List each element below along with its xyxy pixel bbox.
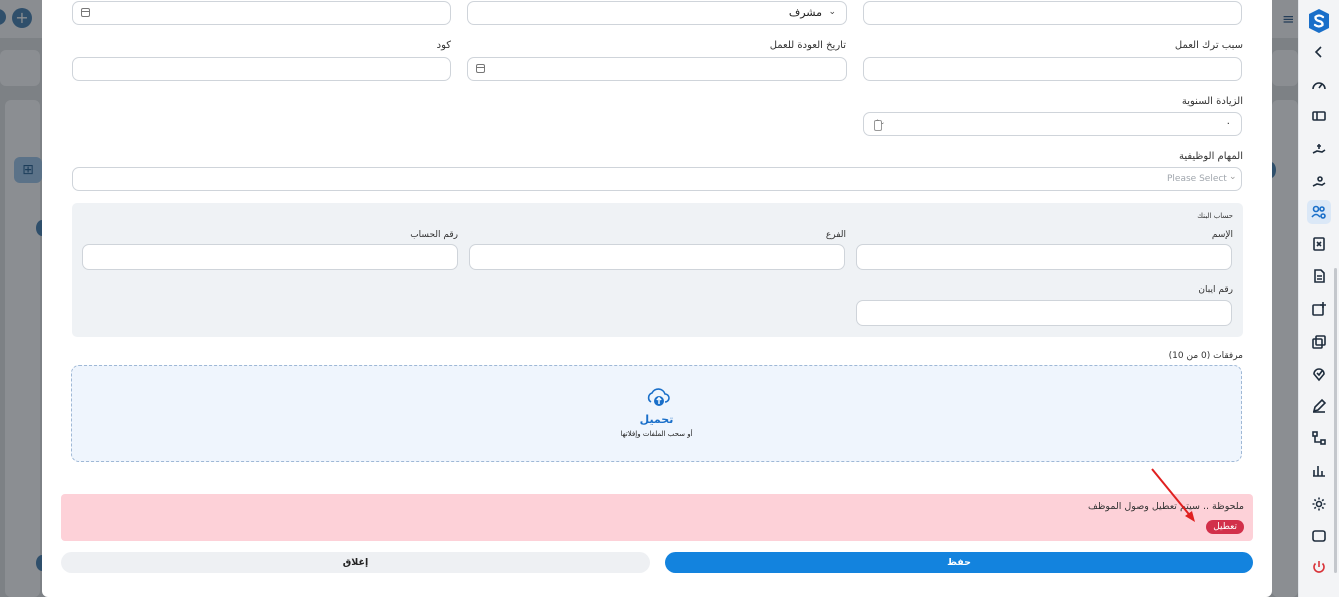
bank-account-section: حساب البنك الإسم الفرع رقم الحساب رقم اي… [72, 203, 1243, 337]
background-panel [1272, 50, 1298, 86]
hierarchy-icon[interactable] [1307, 426, 1331, 450]
background-panel [0, 50, 40, 86]
users-settings-icon[interactable] [1307, 200, 1331, 224]
job-tasks-select[interactable]: Please Select ⌄ [72, 167, 1242, 191]
code-input[interactable] [72, 57, 451, 81]
bank-branch-input[interactable] [469, 244, 845, 270]
hand-coins-icon[interactable] [1307, 170, 1331, 194]
settings-gear-icon[interactable] [1307, 492, 1331, 516]
text-input[interactable] [863, 1, 1242, 25]
chevron-down-icon: ⌄ [1229, 172, 1237, 182]
iban-label: رقم ايبان [1198, 285, 1233, 295]
file-upload-dropzone[interactable]: تحميل أو سحب الملفات وإفلاتها [71, 365, 1242, 462]
power-icon[interactable] [1307, 555, 1331, 579]
code-label: كود [436, 40, 451, 51]
close-button[interactable]: إغلاق [61, 552, 650, 573]
leave-reason-input[interactable] [863, 57, 1242, 81]
bank-section-title: حساب البنك [1197, 212, 1233, 220]
app-sidebar [1298, 0, 1339, 597]
number-stepper-icon[interactable]: ⌃⌄ [874, 120, 885, 131]
leave-reason-label: سبب ترك العمل [1174, 40, 1243, 51]
employee-modal: مشرف ⌄ سبب ترك العمل تاريخ العودة للعمل … [42, 0, 1272, 597]
add-icon: + [12, 8, 32, 28]
account-number-label: رقم الحساب [410, 230, 458, 240]
copy-icon[interactable] [1307, 330, 1331, 354]
account-number-input[interactable] [82, 244, 458, 270]
return-date-label: تاريخ العودة للعمل [769, 40, 846, 51]
date-input[interactable] [72, 1, 451, 25]
calendar-icon [81, 8, 90, 17]
app-logo-icon [1309, 9, 1329, 33]
chevron-down-icon: ⌄ [828, 7, 836, 17]
job-tasks-label: المهام الوظيفية [1178, 151, 1243, 162]
upload-title: تحميل [639, 413, 674, 426]
cloud-upload-icon [647, 388, 670, 406]
disable-badge[interactable]: تعطيل [1206, 520, 1244, 534]
iban-input[interactable] [856, 300, 1232, 326]
pen-icon[interactable] [1307, 394, 1331, 418]
disable-access-note: ملحوظة .. سيتم تعطيل وصول الموظف تعطيل [61, 494, 1253, 541]
sidebar-scrollbar[interactable] [1334, 268, 1337, 573]
job-tasks-placeholder: Please Select [1167, 174, 1227, 184]
supervisor-select[interactable]: مشرف ⌄ [467, 1, 847, 25]
dashboard-gauge-icon[interactable] [1307, 74, 1331, 98]
bank-branch-label: الفرع [825, 230, 846, 240]
menu-icon: ≡ [1282, 10, 1295, 28]
supervisor-select-value: مشرف [788, 6, 822, 19]
monitor-icon[interactable] [1307, 524, 1331, 548]
bank-name-label: الإسم [1211, 230, 1233, 240]
annual-raise-input[interactable]: ⌃⌄ ٠ [863, 112, 1242, 136]
annotation-arrow-icon [1151, 468, 1195, 522]
grid-view-icon: ⊞ [14, 157, 42, 183]
bar-chart-icon[interactable] [1307, 458, 1331, 482]
document-icon[interactable] [1307, 264, 1331, 288]
add-box-icon[interactable] [1307, 297, 1331, 321]
attachments-label: مرفقات (0 من 10) [1168, 351, 1243, 361]
background-panel [1272, 100, 1298, 597]
annual-raise-value: ٠ [1225, 118, 1231, 129]
annual-raise-label: الزيادة السنوية [1181, 96, 1243, 107]
save-button[interactable]: حفظ [665, 552, 1253, 573]
ticket-icon[interactable] [1307, 104, 1331, 128]
upload-hint: أو سحب الملفات وإفلاتها [620, 430, 693, 438]
cancel-doc-icon[interactable] [1307, 232, 1331, 256]
hand-money-icon[interactable] [1307, 137, 1331, 161]
return-date-input[interactable] [467, 57, 847, 81]
collapse-chevron-icon[interactable] [1307, 40, 1331, 64]
bank-name-input[interactable] [856, 244, 1232, 270]
location-check-icon[interactable] [1307, 362, 1331, 386]
calendar-icon [476, 64, 485, 73]
